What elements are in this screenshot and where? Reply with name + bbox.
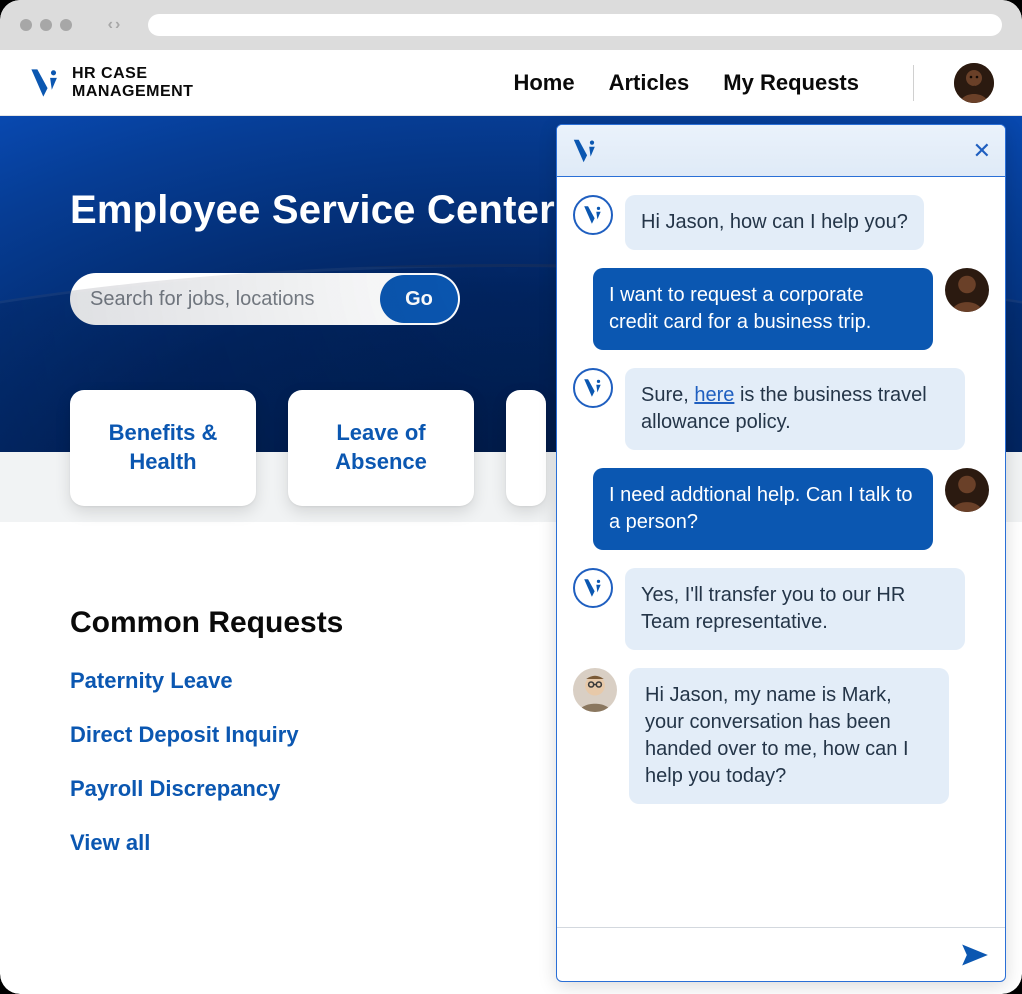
chat-text: Sure, xyxy=(641,384,694,406)
chat-row-user: I want to request a corporate credit car… xyxy=(573,268,989,350)
card-leave-of-absence[interactable]: Leave of Absence xyxy=(288,390,474,506)
app-logo: HR CASE MANAGEMENT xyxy=(28,65,193,100)
card-label: Benefits & Health xyxy=(88,419,238,476)
chat-row-bot: Sure, here is the business travel allowa… xyxy=(573,368,989,450)
card-benefits-health[interactable]: Benefits & Health xyxy=(70,390,256,506)
chat-logo-icon xyxy=(571,137,599,165)
card-label: Leave of Absence xyxy=(306,419,456,476)
chat-message: Hi Jason, my name is Mark, your conversa… xyxy=(629,668,949,804)
logo-icon xyxy=(28,66,62,100)
primary-nav: Home Articles My Requests xyxy=(513,63,994,103)
user-avatar-icon xyxy=(945,468,989,512)
window-dot xyxy=(20,19,32,31)
window-dot xyxy=(40,19,52,31)
user-avatar[interactable] xyxy=(954,63,994,103)
agent-avatar-icon xyxy=(573,668,617,712)
search-go-button[interactable]: Go xyxy=(380,275,458,323)
search-row: Go xyxy=(70,273,460,325)
user-avatar-icon xyxy=(945,268,989,312)
chat-message: I need addtional help. Can I talk to a p… xyxy=(593,468,933,550)
bot-avatar-icon xyxy=(573,568,613,608)
chat-close-button[interactable]: ✕ xyxy=(973,140,991,162)
close-icon: ✕ xyxy=(973,138,991,163)
browser-chrome: ‹› xyxy=(0,0,1022,50)
request-payroll-discrepancy[interactable]: Payroll Discrepancy xyxy=(70,776,280,801)
window-dot xyxy=(60,19,72,31)
chat-row-bot: Hi Jason, how can I help you? xyxy=(573,195,989,250)
chat-input-row xyxy=(557,927,1005,981)
chat-header: ✕ xyxy=(557,125,1005,177)
category-cards: Benefits & Health Leave of Absence xyxy=(70,390,546,506)
chat-panel: ✕ Hi Jason, how can I help you? I want t… xyxy=(556,124,1006,982)
bot-avatar-icon xyxy=(573,368,613,408)
nav-divider xyxy=(913,65,914,101)
nav-home[interactable]: Home xyxy=(513,70,574,96)
chat-message: Hi Jason, how can I help you? xyxy=(625,195,924,250)
chat-row-agent: Hi Jason, my name is Mark, your conversa… xyxy=(573,668,989,804)
request-view-all[interactable]: View all xyxy=(70,830,150,855)
chat-message: Sure, here is the business travel allowa… xyxy=(625,368,965,450)
app-title-line1: HR CASE xyxy=(72,65,193,83)
chat-row-bot: Yes, I'll transfer you to our HR Team re… xyxy=(573,568,989,650)
request-paternity-leave[interactable]: Paternity Leave xyxy=(70,668,233,693)
request-direct-deposit[interactable]: Direct Deposit Inquiry xyxy=(70,722,299,747)
chat-send-button[interactable] xyxy=(957,939,993,971)
url-bar[interactable] xyxy=(148,14,1002,36)
nav-my-requests[interactable]: My Requests xyxy=(723,70,859,96)
nav-arrows-icon: ‹› xyxy=(94,13,134,37)
card-partially-hidden[interactable] xyxy=(506,390,546,506)
chat-message: I want to request a corporate credit car… xyxy=(593,268,933,350)
send-icon xyxy=(961,943,989,967)
chat-message: Yes, I'll transfer you to our HR Team re… xyxy=(625,568,965,650)
chat-row-user: I need addtional help. Can I talk to a p… xyxy=(573,468,989,550)
chat-body: Hi Jason, how can I help you? I want to … xyxy=(557,177,1005,927)
nav-articles[interactable]: Articles xyxy=(609,70,690,96)
window-controls xyxy=(20,19,72,31)
chat-text-input[interactable] xyxy=(569,944,947,965)
chat-policy-link[interactable]: here xyxy=(694,384,734,406)
app-header: HR CASE MANAGEMENT Home Articles My Requ… xyxy=(0,50,1022,116)
app-title-line2: MANAGEMENT xyxy=(72,83,193,101)
bot-avatar-icon xyxy=(573,195,613,235)
search-input[interactable] xyxy=(70,288,378,311)
